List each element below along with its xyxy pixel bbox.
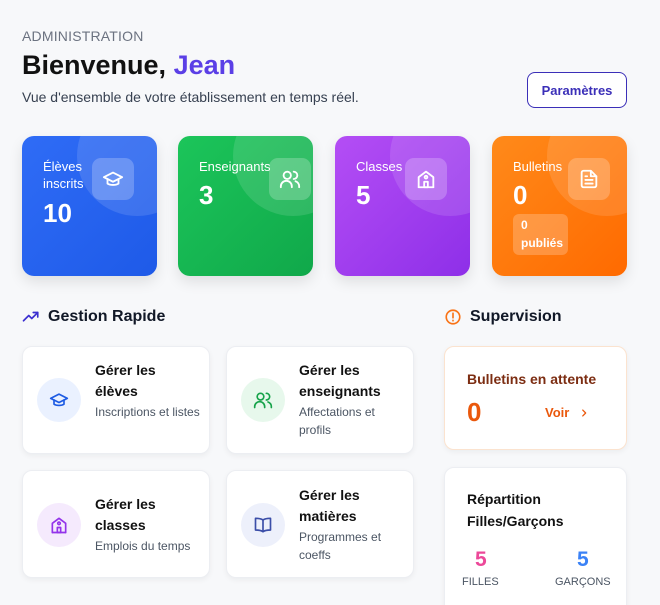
action-title: Gérer les enseignants: [299, 362, 381, 399]
book-icon: [241, 503, 285, 547]
quick-actions-label: Gestion Rapide: [48, 308, 166, 325]
school-icon: [405, 158, 447, 200]
published-label: publiés: [521, 236, 564, 250]
pending-title: Bulletins en attente: [467, 371, 597, 387]
users-icon: [269, 158, 311, 200]
action-desc: Affectations et profils: [299, 405, 375, 437]
manage-subjects-card[interactable]: Gérer les matières Programmes et coeffs: [226, 470, 414, 578]
pending-bulletins-card: Bulletins en attente 0 Voir: [444, 346, 627, 450]
stat-card-teachers[interactable]: Enseignants 3: [178, 136, 313, 276]
action-title: Gérer les élèves: [95, 362, 156, 399]
stat-value: 3: [199, 180, 214, 210]
stat-card-classes[interactable]: Classes 5: [335, 136, 470, 276]
pending-value: 0: [467, 397, 482, 427]
action-title: Gérer les classes: [95, 496, 156, 533]
view-label: Voir: [545, 405, 570, 420]
page-title: Bienvenue, Jean: [22, 50, 235, 81]
repartition-title: Répartition Filles/Garçons: [467, 491, 564, 529]
trending-up-icon: [22, 311, 39, 322]
supervision-title: Supervision: [444, 308, 562, 326]
action-desc: Programmes et coeffs: [299, 530, 382, 562]
greeting-text: Bienvenue,: [22, 50, 167, 80]
graduation-cap-icon: [37, 378, 81, 422]
supervision-label: Supervision: [470, 308, 562, 325]
chevron-right-icon: [582, 408, 587, 417]
school-icon: [37, 503, 81, 547]
page-subtitle: Vue d'ensemble de votre établissement en…: [22, 89, 359, 105]
alert-circle-icon: [445, 309, 461, 325]
boys-label: GARÇONS: [555, 576, 611, 588]
action-desc: Emplois du temps: [95, 539, 191, 553]
manage-teachers-card[interactable]: Gérer les enseignants Affectations et pr…: [226, 346, 414, 454]
gender-distribution-card: Répartition Filles/Garçons 5 FILLES 5 GA…: [444, 467, 627, 605]
manage-classes-card[interactable]: Gérer les classes Emplois du temps: [22, 470, 210, 578]
page-eyebrow: ADMINISTRATION: [22, 28, 144, 44]
graduation-cap-icon: [92, 158, 134, 200]
action-desc: Inscriptions et listes: [95, 405, 200, 419]
stat-card-bulletins[interactable]: Bulletins 0: [492, 136, 627, 276]
stat-card-students[interactable]: Élèves inscrits 10: [22, 136, 157, 276]
document-icon: [568, 158, 610, 200]
view-pending-link[interactable]: Voir: [545, 405, 589, 420]
manage-students-card[interactable]: Gérer les élèves Inscriptions et listes: [22, 346, 210, 454]
boys-value: 5: [577, 548, 589, 571]
stat-value: 0: [513, 180, 528, 210]
quick-actions-title: Gestion Rapide: [22, 308, 165, 326]
users-icon: [241, 378, 285, 422]
girls-label: FILLES: [462, 576, 499, 588]
user-name: Jean: [173, 50, 236, 80]
action-title: Gérer les matières: [299, 487, 360, 524]
stat-value: 5: [356, 180, 371, 210]
girls-value: 5: [475, 548, 487, 571]
stat-label: Enseignants: [199, 159, 271, 174]
stat-label: Bulletins: [513, 159, 563, 174]
stat-value: 10: [43, 198, 72, 228]
published-badge: 0 publiés: [513, 214, 568, 255]
settings-button[interactable]: Paramètres: [527, 72, 627, 108]
published-count: 0: [521, 218, 528, 232]
